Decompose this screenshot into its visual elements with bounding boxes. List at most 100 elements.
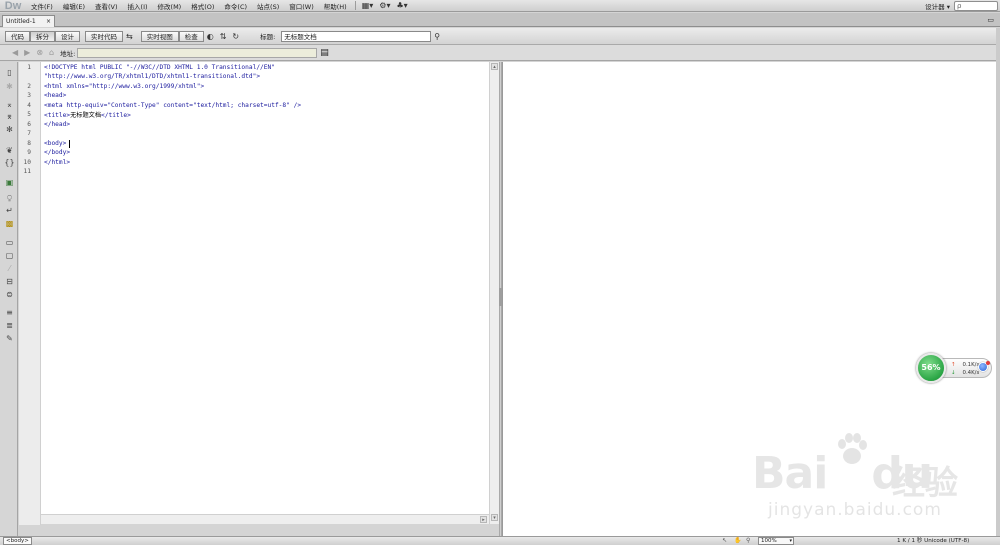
menu-edit[interactable]: 编辑(E) xyxy=(58,1,90,11)
menu-modify[interactable]: 修改(M) xyxy=(153,1,187,11)
line-number: 10 xyxy=(23,159,31,166)
open-documents-icon[interactable]: ▯ xyxy=(4,68,15,77)
word-wrap-icon[interactable]: ↵ xyxy=(4,206,15,215)
forward-icon[interactable]: ▶ xyxy=(24,48,30,57)
preview-browser-icon[interactable]: ◐ xyxy=(207,32,214,41)
format-source-code-icon[interactable]: ✎ xyxy=(4,334,15,343)
live-view-button[interactable]: 实时视图 xyxy=(140,30,179,42)
show-code-navigator-icon[interactable]: ✱ xyxy=(4,82,15,91)
code-editor[interactable]: <!DOCTYPE html PUBLIC "-//W3C//DTD XHTML… xyxy=(41,62,489,514)
select-parent-tag-icon[interactable]: ❦ xyxy=(4,146,15,155)
network-speed-widget[interactable]: ↑ 0.1K/s ↓ 0.4K/s 56% xyxy=(916,353,992,383)
code-line: </html> xyxy=(44,159,71,166)
file-management-icon[interactable]: ⇅ xyxy=(220,32,227,41)
upload-arrow-icon: ↑ xyxy=(951,362,956,368)
tag-selector[interactable]: <body> xyxy=(3,537,32,545)
address-input[interactable] xyxy=(77,47,318,58)
file-compare-icon[interactable]: ⇆ xyxy=(126,32,133,41)
code-tag: </title> xyxy=(101,112,131,119)
download-value: 0.4K/s xyxy=(962,370,980,376)
outdent-code-icon[interactable]: ≣ xyxy=(4,321,15,330)
status-bar: <body> ↖ ✋ ⚲ 100% ▾ 1 K / 1 秒 Unicode (U… xyxy=(0,536,1000,545)
line-number: 5 xyxy=(27,111,31,118)
menu-window[interactable]: 窗口(W) xyxy=(284,1,319,11)
line-number: 9 xyxy=(27,149,31,156)
line-numbers-icon[interactable]: ▣ xyxy=(4,178,15,187)
zoom-select[interactable]: 100% ▾ xyxy=(758,537,794,545)
line-number-gutter: 1 2 3 4 5 6 7 8 9 10 11 xyxy=(19,62,41,525)
chevron-down-icon[interactable]: ▾ xyxy=(789,538,792,545)
refresh-icon[interactable]: ↻ xyxy=(232,32,239,41)
menu-view[interactable]: 查看(V) xyxy=(90,1,123,11)
dreamweaver-logo: Dw xyxy=(4,0,22,12)
collapse-selection-icon[interactable]: ⌆ xyxy=(4,112,15,121)
restore-icon[interactable]: ▭ xyxy=(987,16,994,24)
scroll-down-icon[interactable]: ▾ xyxy=(491,514,498,521)
code-line: <meta http-equiv="Content-Type" content=… xyxy=(44,102,302,109)
highlight-invalid-code-icon[interactable]: ⍜ xyxy=(4,193,15,202)
menu-divider xyxy=(354,1,356,10)
syntax-coloring-icon[interactable]: ▩ xyxy=(4,219,15,228)
live-code-button[interactable]: 实时代码 xyxy=(85,30,123,42)
browser-check-icon[interactable]: ⚲ xyxy=(434,32,440,41)
line-number: 6 xyxy=(27,121,31,128)
code-line: </body> xyxy=(44,149,71,156)
zoom-tool-icon[interactable]: ⚲ xyxy=(746,537,750,544)
code-line: "http://www.w3.org/TR/xhtml1/DTD/xhtml1-… xyxy=(44,73,261,80)
design-view-button[interactable]: 设计 xyxy=(55,30,80,42)
tab-untitled-1[interactable]: Untitled-1 × xyxy=(2,15,55,27)
wrap-tag-icon[interactable]: ⁄ xyxy=(4,264,15,273)
text-cursor xyxy=(69,140,70,148)
title-input[interactable]: 无标题文档 xyxy=(281,30,432,42)
watermark-brand-bai: Bai xyxy=(752,448,828,499)
menu-site[interactable]: 站点(S) xyxy=(252,1,284,11)
menu-bar: Dw 文件(F) 编辑(E) 查看(V) 插入(I) 修改(M) 格式(O) 命… xyxy=(0,0,1000,12)
search-input[interactable]: ρ xyxy=(954,1,998,11)
workspace-switcher[interactable]: 设计器 ▾ xyxy=(925,0,950,12)
menu-format[interactable]: 格式(O) xyxy=(186,1,219,11)
code-horizontal-scrollbar[interactable]: ▸ xyxy=(41,514,489,524)
zoom-value: 100% xyxy=(761,538,777,544)
remove-comment-icon[interactable]: ▢ xyxy=(4,251,15,260)
home-icon[interactable]: ⌂ xyxy=(49,48,54,57)
line-number: 7 xyxy=(27,130,31,137)
expand-all-icon[interactable]: ✻ xyxy=(4,125,15,134)
memory-usage-gauge[interactable]: 56% xyxy=(916,353,946,383)
code-line: </head> xyxy=(44,121,71,128)
menu-help[interactable]: 帮助(H) xyxy=(319,1,352,11)
move-css-icon[interactable]: ⊜ xyxy=(4,290,15,299)
menu-file[interactable]: 文件(F) xyxy=(26,1,58,11)
close-icon[interactable]: × xyxy=(46,18,51,25)
watermark-title: 经验 xyxy=(892,463,958,502)
code-line: <head> xyxy=(44,92,67,99)
scroll-right-icon[interactable]: ▸ xyxy=(480,516,487,523)
coding-toolbar: ▯ ✱ ⌅ ⌆ ✻ ❦ {} ▣ ⍜ ↵ ▩ ▭ ▢ ⁄ ⊟ ⊜ ≡ ≣ ✎ xyxy=(0,62,18,536)
stop-icon[interactable]: ⊗ xyxy=(36,48,43,57)
address-bar: ◀ ▶ ⊗ ⌂ 地址: ▤ xyxy=(0,45,1000,61)
back-icon[interactable]: ◀ xyxy=(12,48,18,57)
collapse-full-tag-icon[interactable]: ⌅ xyxy=(4,100,15,109)
apply-comment-icon[interactable]: ▭ xyxy=(4,238,15,247)
hand-tool-icon[interactable]: ✋ xyxy=(734,537,741,544)
site-icon[interactable]: ♣▾ xyxy=(393,1,410,10)
download-speed: ↓ 0.4K/s xyxy=(951,370,979,376)
layout-icon[interactable]: ▦▾ xyxy=(359,1,377,10)
menu-commands[interactable]: 命令(C) xyxy=(219,1,252,11)
code-tag: <title> xyxy=(44,112,71,119)
scroll-up-icon[interactable]: ▴ xyxy=(491,63,498,70)
document-toolbar: 代码 拆分 设计 实时代码 ⇆ 实时视图 检查 ◐ ⇅ ↻ 标题: 无标题文档 … xyxy=(0,28,1000,45)
balance-braces-icon[interactable]: {} xyxy=(4,158,15,167)
title-label: 标题: xyxy=(260,33,276,41)
inspect-button[interactable]: 检查 xyxy=(178,30,204,42)
split-view-button[interactable]: 拆分 xyxy=(30,30,55,42)
menu-insert[interactable]: 插入(I) xyxy=(123,1,153,11)
browse-icon[interactable]: ▤ xyxy=(320,48,329,58)
code-vertical-scrollbar[interactable]: ▴ ▾ xyxy=(489,62,499,524)
code-view-button[interactable]: 代码 xyxy=(5,30,30,42)
select-tool-icon[interactable]: ↖ xyxy=(722,537,727,544)
watermark-url: jingyan.baidu.com xyxy=(768,500,942,520)
extend-icon[interactable]: ⚙▾ xyxy=(376,1,393,10)
line-number: 8 xyxy=(27,140,31,147)
recent-snippets-icon[interactable]: ⊟ xyxy=(4,277,15,286)
indent-code-icon[interactable]: ≡ xyxy=(4,308,15,317)
